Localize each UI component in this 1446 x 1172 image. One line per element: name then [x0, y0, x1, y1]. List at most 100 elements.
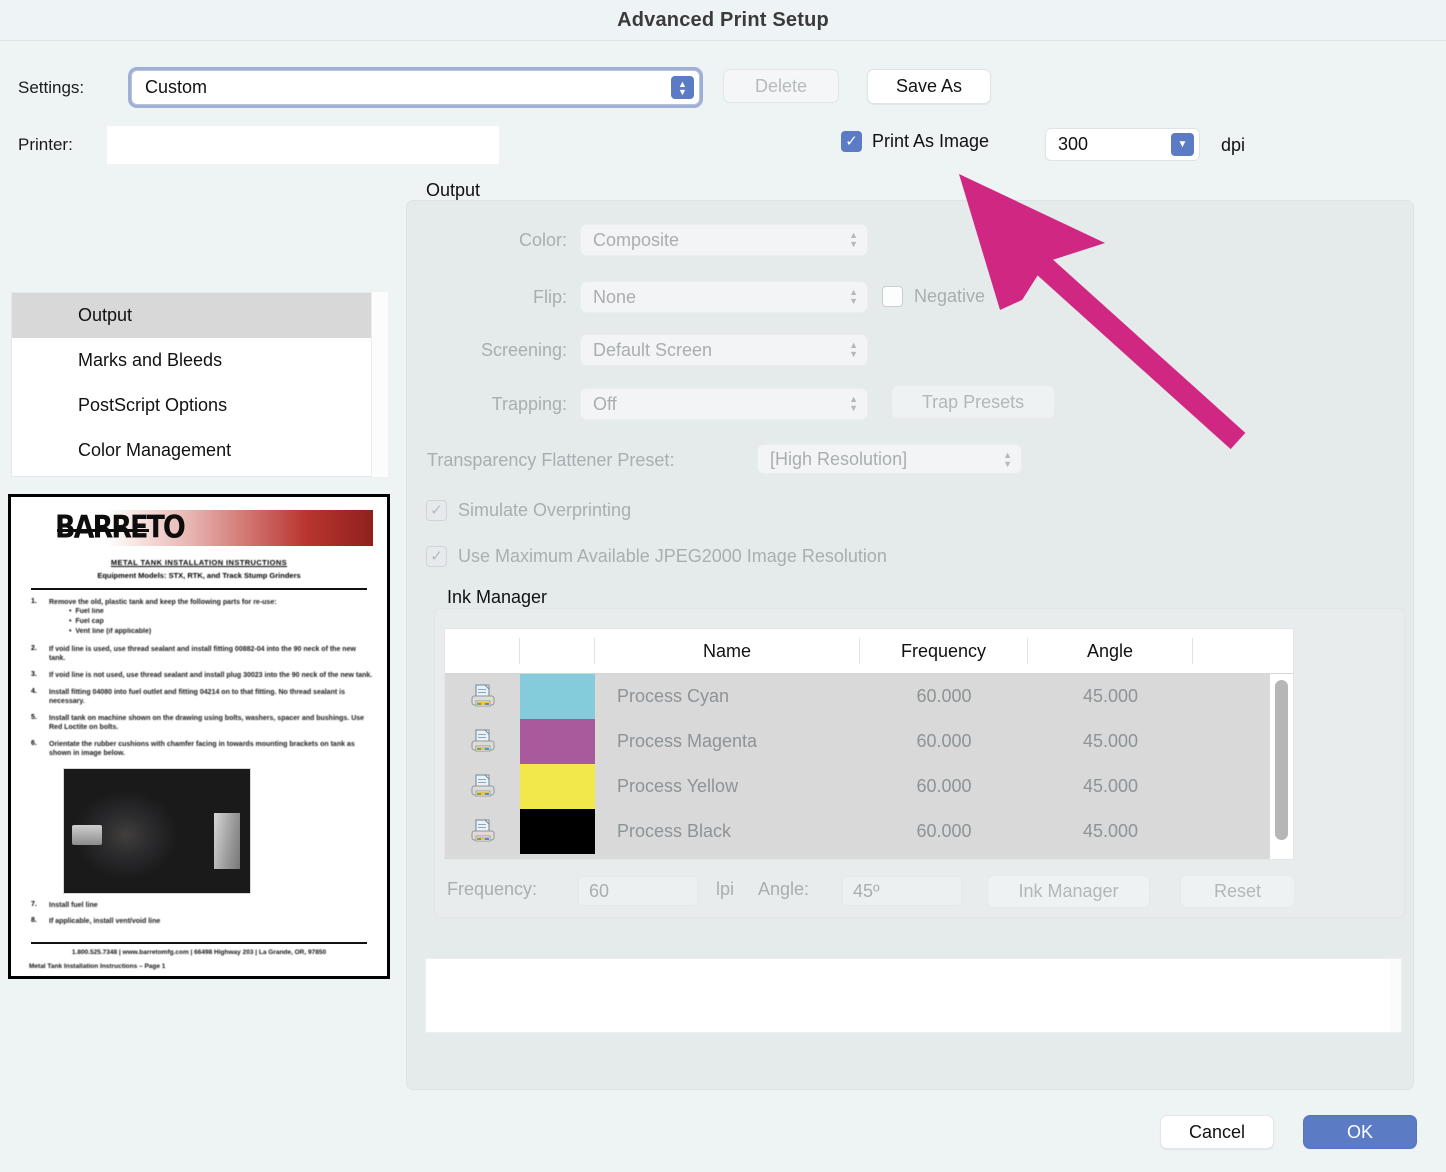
printer-icon[interactable]	[445, 682, 520, 712]
ink-frequency: 60.000	[916, 686, 972, 706]
preview-step-text: If applicable, install vent/void line	[49, 918, 161, 925]
table-row[interactable]: Process Cyan 60.000 45.000	[445, 674, 1293, 719]
trapping-dropdown[interactable]: Off ▲ ▼	[580, 388, 868, 420]
chevron-updown-icon[interactable]: ▲ ▼	[849, 395, 858, 413]
checkbox-check-icon: ✓	[841, 131, 862, 152]
document-preview-thumbnail[interactable]: BARRETO METAL TANK INSTALLATION INSTRUCT…	[8, 494, 390, 979]
description-textarea[interactable]	[425, 958, 1402, 1033]
print-as-image-checkbox[interactable]: ✓ Print As Image	[841, 131, 989, 152]
ink-table-scrollbar-thumb[interactable]	[1275, 680, 1288, 840]
preview-step-text: Install tank on machine shown on the dra…	[49, 715, 365, 731]
ink-name: Process Cyan	[617, 686, 730, 706]
frequency-input-value: 60	[589, 880, 610, 901]
printer-icon[interactable]	[445, 817, 520, 847]
preview-footer-rule	[31, 942, 367, 944]
ink-manager-button[interactable]: Ink Manager	[987, 875, 1150, 908]
preview-photo-bolt	[72, 825, 102, 845]
save-as-button[interactable]: Save As	[867, 69, 991, 104]
flip-label: Flip:	[532, 286, 567, 307]
settings-list-scrollbar[interactable]	[371, 292, 388, 477]
reset-button[interactable]: Reset	[1180, 875, 1295, 908]
dpi-unit-label: dpi	[1221, 135, 1246, 155]
printer-label: Printer:	[18, 135, 73, 154]
sidebar-item-label: Marks and Bleeds	[78, 350, 223, 370]
ink-frequency: 60.000	[916, 776, 972, 796]
preview-doc-title: METAL TANK INSTALLATION INSTRUCTIONS	[110, 558, 288, 567]
ink-angle: 45.000	[1082, 686, 1139, 706]
sidebar-item-label: Output	[78, 305, 133, 325]
preview-photo-nut	[214, 813, 240, 869]
ink-column-name[interactable]: Name	[595, 638, 860, 664]
transparency-flattener-preset-label: Transparency Flattener Preset:	[427, 450, 675, 470]
ink-table[interactable]: Name Frequency Angle Process Cyan 60.000…	[444, 628, 1294, 860]
simulate-overprinting-label: Simulate Overprinting	[458, 500, 632, 520]
chevron-updown-icon[interactable]: ▲ ▼	[1003, 451, 1012, 469]
preview-step-text: If void line is used, use thread sealant…	[49, 646, 356, 662]
table-row[interactable]: Process Yellow 60.000 45.000	[445, 764, 1293, 809]
preview-step-text: Orientate the rubber cushions with chamf…	[49, 741, 355, 757]
color-dropdown-value: Composite	[593, 229, 680, 250]
table-row[interactable]: Process Magenta 60.000 45.000	[445, 719, 1293, 764]
screening-row: Screening: Default Screen ▲ ▼	[441, 334, 868, 366]
use-max-jpeg2000-resolution-checkbox[interactable]: ✓ Use Maximum Available JPEG2000 Image R…	[426, 546, 887, 567]
flip-dropdown[interactable]: None ▲ ▼	[580, 281, 868, 313]
color-row: Color: Composite ▲ ▼	[487, 224, 868, 256]
preview-step-number: 1.	[31, 598, 37, 605]
color-dropdown[interactable]: Composite ▲ ▼	[580, 224, 868, 256]
ink-swatch	[520, 764, 595, 809]
preview-step-text: Install fuel line	[49, 902, 98, 909]
simulate-overprinting-checkbox[interactable]: ✓ Simulate Overprinting	[426, 500, 631, 521]
frequency-label: Frequency:	[447, 879, 538, 899]
ok-button[interactable]: OK	[1303, 1115, 1417, 1149]
dpi-dropdown-value: 300	[1058, 134, 1089, 154]
preview-bullet: • Fuel line	[69, 608, 104, 615]
settings-dropdown[interactable]: Custom ▲ ▼	[131, 70, 700, 105]
sidebar-item-output[interactable]: Output	[12, 293, 387, 338]
ink-column-swatch	[520, 638, 595, 664]
ink-swatch	[520, 809, 595, 854]
ink-table-body: Process Cyan 60.000 45.000 Process Magen…	[445, 674, 1293, 859]
printer-input[interactable]	[107, 126, 499, 164]
lpi-label: lpi	[716, 879, 735, 899]
print-as-image-label: Print As Image	[872, 131, 990, 151]
description-scrollbar[interactable]	[1390, 959, 1401, 1032]
chevron-updown-icon[interactable]: ▲ ▼	[849, 341, 858, 359]
ink-angle: 45.000	[1082, 821, 1139, 841]
window-title: Advanced Print Setup	[617, 8, 829, 31]
ink-column-frequency[interactable]: Frequency	[860, 638, 1028, 664]
transparency-flattener-preset-dropdown[interactable]: [High Resolution] ▲ ▼	[757, 444, 1022, 474]
sidebar-item-color-management[interactable]: Color Management	[12, 428, 387, 473]
preview-step-number: 8.	[31, 917, 37, 924]
preview-rule	[31, 588, 367, 590]
settings-category-list[interactable]: Output Marks and Bleeds PostScript Optio…	[11, 292, 388, 477]
chevron-updown-icon[interactable]: ▲ ▼	[671, 76, 694, 99]
transparency-flattener-preset-value: [High Resolution]	[770, 448, 908, 469]
preview-bullet: • Vent line (if applicable)	[69, 628, 152, 635]
chevron-updown-icon[interactable]: ▲ ▼	[849, 288, 858, 306]
settings-dropdown-value: Custom	[145, 77, 208, 97]
negative-checkbox[interactable]: Negative	[882, 286, 985, 307]
cancel-button[interactable]: Cancel	[1160, 1115, 1274, 1149]
printer-icon[interactable]	[445, 727, 520, 757]
ink-column-angle[interactable]: Angle	[1028, 638, 1193, 664]
delete-button[interactable]: Delete	[723, 69, 839, 103]
trap-presets-button[interactable]: Trap Presets	[891, 385, 1055, 419]
trapping-dropdown-value: Off	[593, 393, 617, 414]
sidebar-item-marks-and-bleeds[interactable]: Marks and Bleeds	[12, 338, 387, 383]
chevron-down-icon[interactable]: ▼	[1171, 133, 1194, 156]
sidebar-item-postscript-options[interactable]: PostScript Options	[12, 383, 387, 428]
frequency-input[interactable]: 60	[578, 876, 698, 906]
preview-bullet: • Fuel cap	[69, 618, 104, 625]
dpi-dropdown[interactable]: 300 ▼	[1045, 128, 1200, 161]
preview-footer-page: Metal Tank Installation Instructions – P…	[29, 963, 166, 970]
preview-step-text: Remove the old, plastic tank and keep th…	[49, 599, 277, 606]
printer-icon[interactable]	[445, 772, 520, 802]
ink-table-scrollbar[interactable]	[1270, 674, 1293, 859]
preview-step-number: 7.	[31, 901, 37, 908]
sidebar-item-label: Color Management	[78, 440, 232, 460]
chevron-updown-icon[interactable]: ▲ ▼	[849, 231, 858, 249]
angle-input[interactable]: 45º	[842, 876, 962, 906]
preview-step-number: 3.	[31, 671, 37, 678]
screening-dropdown[interactable]: Default Screen ▲ ▼	[580, 334, 868, 366]
table-row[interactable]: Process Black 60.000 45.000	[445, 809, 1293, 854]
